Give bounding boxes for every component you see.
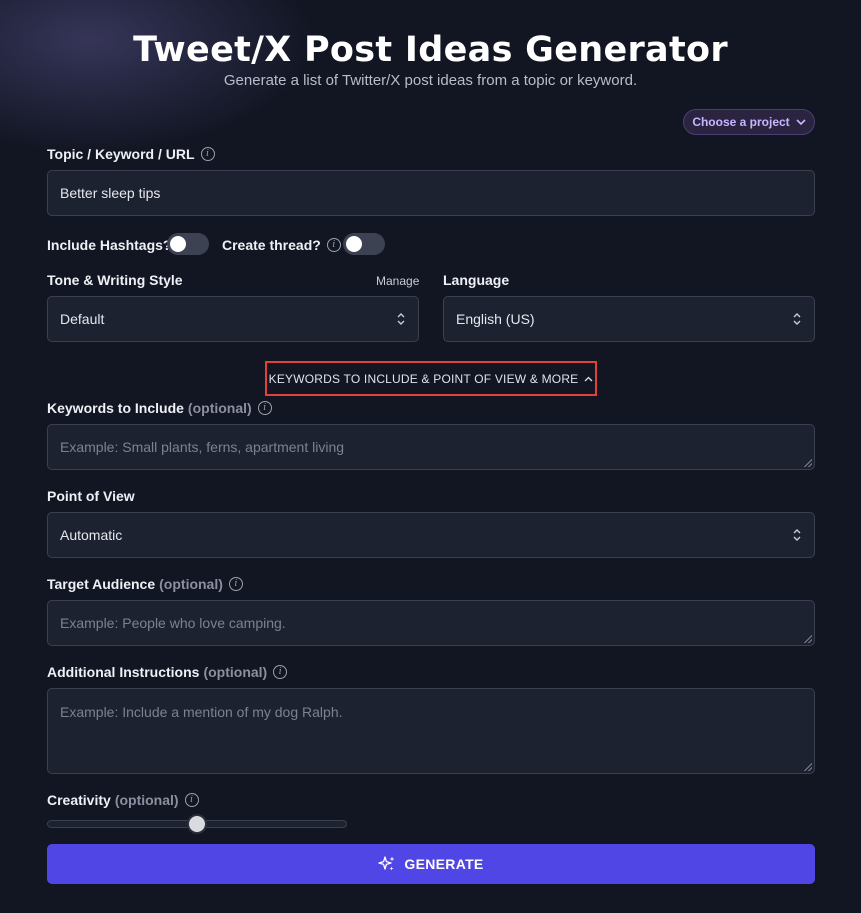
pov-select-value: Automatic [60, 527, 123, 543]
creativity-label-text: Creativity [47, 792, 111, 808]
topic-label: Topic / Keyword / URL i [47, 146, 215, 162]
select-arrows-icon [793, 313, 801, 325]
pov-label: Point of View [47, 488, 135, 504]
keywords-label-text: Keywords to Include [47, 400, 184, 416]
generate-label: GENERATE [404, 856, 484, 872]
audience-placeholder: Example: People who love camping. [60, 615, 286, 631]
pov-label-text: Point of View [47, 488, 135, 504]
keywords-label: Keywords to Include (optional) i [47, 400, 272, 416]
language-select[interactable]: English (US) [443, 296, 815, 342]
topic-input-value: Better sleep tips [60, 185, 161, 201]
audience-input[interactable]: Example: People who love camping. [47, 600, 815, 646]
optional-tag: (optional) [159, 576, 223, 592]
info-icon[interactable]: i [273, 665, 288, 679]
pov-select[interactable]: Automatic [47, 512, 815, 558]
manage-tones-link[interactable]: Manage [376, 274, 419, 288]
audience-label: Target Audience (optional) i [47, 576, 243, 592]
page-title: Tweet/X Post Ideas Generator [133, 30, 728, 70]
keywords-input[interactable]: Example: Small plants, ferns, apartment … [47, 424, 815, 470]
tone-label-text: Tone & Writing Style [47, 272, 183, 288]
tone-select-value: Default [60, 311, 105, 327]
optional-tag: (optional) [114, 792, 179, 808]
resize-handle[interactable] [804, 763, 812, 771]
creativity-slider-thumb[interactable] [187, 814, 207, 834]
resize-handle[interactable] [804, 635, 812, 643]
thread-label: Create thread? i [222, 237, 341, 253]
info-icon[interactable]: i [326, 238, 341, 252]
keywords-placeholder: Example: Small plants, ferns, apartment … [60, 439, 345, 455]
language-label-text: Language [443, 272, 510, 288]
instructions-input[interactable]: Example: Include a mention of my dog Ral… [47, 688, 815, 774]
instructions-label-text: Additional Instructions [47, 664, 200, 680]
resize-handle[interactable] [804, 459, 812, 467]
hashtags-label-text: Include Hashtags? [47, 237, 172, 253]
page-subtitle: Generate a list of Twitter/X post ideas … [223, 72, 638, 89]
info-icon[interactable]: i [228, 577, 243, 591]
hashtags-label: Include Hashtags? [47, 237, 171, 253]
instructions-label: Additional Instructions (optional) i [47, 664, 288, 680]
toggle-knob [346, 236, 362, 252]
choose-project-label: Choose a project [692, 115, 790, 129]
instructions-placeholder: Example: Include a mention of my dog Ral… [60, 704, 343, 720]
optional-tag: (optional) [203, 664, 268, 680]
audience-label-text: Target Audience [47, 576, 156, 592]
advanced-options-label: KEYWORDS TO INCLUDE & POINT OF VIEW & MO… [268, 371, 579, 386]
language-select-value: English (US) [456, 311, 535, 327]
optional-tag: (optional) [187, 400, 252, 416]
toggle-knob [170, 236, 186, 252]
thread-toggle[interactable] [343, 233, 385, 255]
creativity-label: Creativity (optional) i [47, 792, 199, 808]
tone-label: Tone & Writing Style [47, 272, 183, 288]
chevron-up-icon [584, 376, 593, 381]
advanced-options-toggle[interactable]: KEYWORDS TO INCLUDE & POINT OF VIEW & MO… [265, 361, 597, 396]
language-label: Language [443, 272, 509, 288]
topic-input[interactable]: Better sleep tips [47, 170, 815, 216]
generate-button[interactable]: GENERATE [47, 844, 815, 884]
chevron-down-icon [796, 118, 806, 125]
thread-label-text: Create thread? [222, 237, 321, 253]
hashtags-toggle[interactable] [167, 233, 209, 255]
tone-select[interactable]: Default [47, 296, 419, 342]
info-icon[interactable]: i [257, 401, 272, 415]
select-arrows-icon [397, 313, 405, 325]
info-icon[interactable]: i [184, 793, 199, 807]
info-icon[interactable]: i [200, 147, 215, 161]
select-arrows-icon [793, 529, 801, 541]
sparkles-icon [378, 856, 395, 871]
topic-label-text: Topic / Keyword / URL [47, 146, 195, 162]
choose-project-button[interactable]: Choose a project [683, 109, 815, 135]
